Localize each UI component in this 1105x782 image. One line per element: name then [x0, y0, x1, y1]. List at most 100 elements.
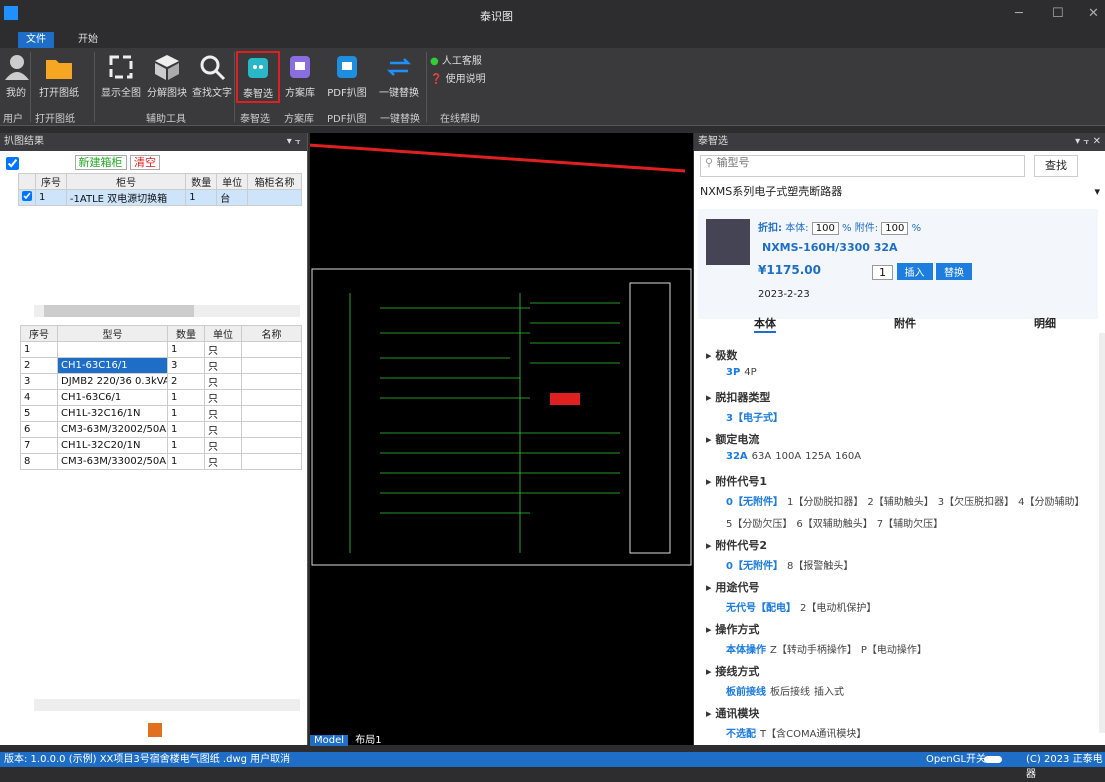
pdf-icon: [337, 56, 357, 78]
col-header: 箱柜名称: [247, 173, 302, 190]
option-chip[interactable]: 3【欠压脱扣器】: [938, 497, 1014, 508]
table-row[interactable]: 6 CM3-63M/32002/50A 1 只: [20, 421, 302, 438]
option-chip[interactable]: 不选配: [726, 729, 756, 740]
attribute-list: ▸ 极数 3P 4P ▸ 脱扣器类型 3【电子式】 ▸ 额定电流 32A 63A 100A 125…: [694, 339, 1099, 740]
manual-link[interactable]: ❓ 使用说明: [430, 70, 486, 85]
opengl-toggle[interactable]: [984, 756, 1002, 763]
close-icon[interactable]: ✕: [1088, 6, 1099, 21]
table-row[interactable]: 7 CH1L-32C20/1N 1 只: [20, 437, 302, 454]
table-row[interactable]: 4 CH1-63C6/1 1 只: [20, 389, 302, 406]
table-row[interactable]: 5 CH1L-32C16/1N 1 只: [20, 405, 302, 422]
option-chip[interactable]: 2【辅助触头】: [867, 497, 933, 508]
option-chip[interactable]: 4P: [744, 367, 756, 378]
option-chip[interactable]: 板前接线: [726, 687, 766, 698]
attr-heading[interactable]: ▸ 用途代号: [706, 579, 759, 595]
option-chip[interactable]: 3【电子式】: [726, 413, 783, 424]
option-chip[interactable]: 插入式: [814, 687, 844, 698]
tab-detail[interactable]: 明细: [1034, 315, 1056, 331]
attr-heading[interactable]: ▸ 极数: [706, 347, 737, 363]
h-scrollbar[interactable]: [34, 305, 300, 317]
attr-options: 0【无附件】 8【报警触头】: [726, 557, 857, 572]
pin-icon[interactable]: ▾ ⫟ ✕: [1075, 133, 1101, 151]
insert-button[interactable]: 插入: [896, 263, 933, 280]
table-row[interactable]: 11只: [20, 341, 302, 358]
book-icon: [290, 56, 310, 78]
option-chip[interactable]: 100A: [775, 451, 801, 462]
series-select[interactable]: NXMS系列电子式塑壳断路器 ▾: [700, 181, 1100, 203]
option-chip[interactable]: 160A: [835, 451, 861, 462]
minimize-icon[interactable]: ─: [1015, 6, 1023, 21]
pdf-capture-button[interactable]: PDF扒图: [324, 52, 370, 99]
date: 2023-2-23: [758, 289, 810, 300]
tab-layout1[interactable]: 布局1: [351, 735, 385, 746]
tab-body[interactable]: 本体: [754, 315, 776, 333]
quantity-stepper[interactable]: 1: [872, 265, 893, 280]
drawing-canvas[interactable]: Model 布局1: [310, 133, 693, 746]
new-cabinet-button[interactable]: 新建箱柜: [74, 155, 127, 170]
attr-options: 无代号【配电】 2【电动机保护】: [726, 599, 880, 614]
tab-accessory[interactable]: 附件: [894, 315, 916, 331]
clear-button[interactable]: 清空: [130, 155, 160, 170]
option-chip[interactable]: 125A: [805, 451, 831, 462]
v-scrollbar[interactable]: [1099, 333, 1105, 733]
search-input[interactable]: [716, 157, 1007, 169]
attr-heading[interactable]: ▸ 操作方式: [706, 621, 759, 637]
option-chip[interactable]: 4【分励辅助】: [1018, 497, 1084, 508]
option-chip[interactable]: 2【电动机保护】: [800, 603, 876, 614]
export-excel-icon[interactable]: [148, 723, 162, 737]
open-drawing-button[interactable]: 打开图纸: [32, 52, 86, 99]
show-all-button[interactable]: 显示全图: [98, 52, 144, 99]
explode-block-button[interactable]: 分解图块: [144, 52, 190, 99]
attr-options: 3【电子式】: [726, 409, 787, 424]
option-chip[interactable]: 0【无附件】: [726, 561, 783, 572]
option-chip[interactable]: 5【分励欠压】: [726, 519, 792, 530]
option-chip[interactable]: 63A: [752, 451, 772, 462]
folder-icon: [46, 60, 72, 79]
table-row[interactable]: 3 DJMB2 220/36 0.3kVA 2 只: [20, 373, 302, 390]
option-chip[interactable]: 6【双辅助触头】: [796, 519, 872, 530]
replace-button[interactable]: 替换: [936, 263, 972, 280]
option-chip[interactable]: T【含COMA通讯模块】: [760, 729, 866, 740]
option-chip[interactable]: 0【无附件】: [726, 497, 783, 508]
pin-icon[interactable]: ▾ ⫟: [287, 133, 301, 151]
h-scrollbar[interactable]: [34, 699, 300, 711]
accessory-discount-input[interactable]: 100: [881, 222, 909, 235]
attr-options: 不选配 T【含COMA通讯模块】: [726, 725, 870, 740]
option-chip[interactable]: 7【辅助欠压】: [877, 519, 943, 530]
option-chip[interactable]: 本体操作: [726, 645, 766, 656]
option-chip[interactable]: 32A: [726, 451, 748, 462]
attr-heading[interactable]: ▸ 接线方式: [706, 663, 759, 679]
one-key-replace-button[interactable]: 一键替换: [376, 52, 422, 99]
model-name: NXMS-160H/3300 32A: [762, 241, 898, 254]
option-chip[interactable]: 8【报警触头】: [787, 561, 853, 572]
taizhixuan-button[interactable]: 泰智选: [236, 51, 280, 103]
scheme-library-button[interactable]: 方案库: [282, 52, 318, 99]
tab-model[interactable]: Model: [310, 735, 349, 746]
find-button[interactable]: 查找: [1034, 155, 1078, 177]
option-chip[interactable]: 无代号【配电】: [726, 603, 796, 614]
body-discount-input[interactable]: 100: [811, 222, 839, 235]
attr-heading[interactable]: ▸ 附件代号2: [706, 537, 767, 553]
select-all-checkbox[interactable]: [6, 156, 19, 170]
group-label: 用户: [3, 114, 23, 125]
row-checkbox[interactable]: [22, 191, 32, 201]
scroll-thumb[interactable]: [44, 305, 194, 317]
find-text-button[interactable]: 查找文字: [190, 52, 234, 99]
option-chip[interactable]: 3P: [726, 367, 740, 378]
maximize-icon[interactable]: ☐: [1052, 6, 1064, 21]
attr-heading[interactable]: ▸ 附件代号1: [706, 473, 767, 489]
option-chip[interactable]: P【电动操作】: [861, 645, 927, 656]
customer-service-link[interactable]: ● 人工客服: [430, 52, 482, 67]
option-chip[interactable]: 板后接线: [770, 687, 810, 698]
table-row[interactable]: 8 CM3-63M/33002/50A 1 只: [20, 453, 302, 470]
attr-heading[interactable]: ▸ 脱扣器类型: [706, 389, 770, 405]
option-chip[interactable]: Z【转动手柄操作】: [770, 645, 857, 656]
my-button[interactable]: 我的: [2, 52, 30, 99]
menu-start[interactable]: 开始: [70, 32, 106, 48]
attr-heading[interactable]: ▸ 通讯模块: [706, 705, 759, 721]
menu-file[interactable]: 文件: [18, 32, 54, 48]
option-chip[interactable]: 1【分励脱扣器】: [787, 497, 863, 508]
table-row[interactable]: 1 -1ATLE 双电源切换箱 1 台: [18, 189, 302, 206]
attr-heading[interactable]: ▸ 额定电流: [706, 431, 759, 447]
table-row[interactable]: 2 CH1-63C16/1 3 只: [20, 357, 302, 374]
